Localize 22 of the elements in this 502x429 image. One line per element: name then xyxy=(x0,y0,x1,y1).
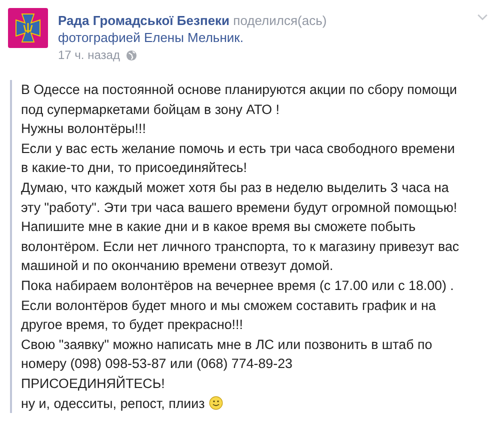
post-text-line: под супермаркетами бойцам в зону АТО ! xyxy=(21,100,280,119)
post-text-line: волонтёром. Если нет личного транспорта, то к магазину привезут вас xyxy=(21,238,460,256)
post-text-line: Пока набираем волонтёров на вечернее время (с 17.00 или с 18.00) . xyxy=(21,276,454,295)
post-text-line: ПРИСОЕДИНЯЙТЕСЬ! xyxy=(21,374,165,393)
post-text-line: В Одессе на постоянной основе планируются акции по сбору помощи xyxy=(21,81,458,99)
post-text-line: Нужны волонтёры!!! xyxy=(21,120,146,138)
post-text-line: Напишите мне в какие дни и в какое время вы сможете побыть xyxy=(21,218,416,236)
shared-photo-link[interactable]: фотографией Елены Мельник. xyxy=(58,30,244,45)
post-text-line: другое время, то будет прекрасно!!! xyxy=(21,316,243,334)
post-text-line: Думаю, что каждый может хотя бы раз в неделю выделить 3 часа на xyxy=(21,178,449,197)
post-text-line: Если волонтёров будет много и мы сможем составить график и на xyxy=(21,296,436,315)
globe-icon xyxy=(126,50,137,60)
post-text-line: номеру (098) 098-53-87 или (068) 774-89-23 xyxy=(21,355,292,374)
post-text-line: ну и, одесситы, репост, плииз xyxy=(21,394,205,413)
post-text-line: эту "работу". Эти три часа вашего времени будут огромной помощью! xyxy=(21,198,458,217)
post-header-text: Рада Громадської Безпеки поделился(ась) фотографией Елены Мельник. xyxy=(58,12,328,46)
post-text-line: Если у вас есть желание помочь и есть три часа свободного времени xyxy=(21,140,455,158)
post-text-line: в какие-то дни, то присоединяйтесь! xyxy=(21,159,247,178)
post-text-line: машиной и по окончанию времени отвезут домой. xyxy=(21,257,334,276)
post-text-line: Свою "заявку" можно написать мне в ЛС или позвонить в штаб по xyxy=(21,336,432,354)
author-link[interactable]: Рада Громадської Безпеки xyxy=(58,13,230,28)
page-avatar[interactable] xyxy=(8,8,48,48)
